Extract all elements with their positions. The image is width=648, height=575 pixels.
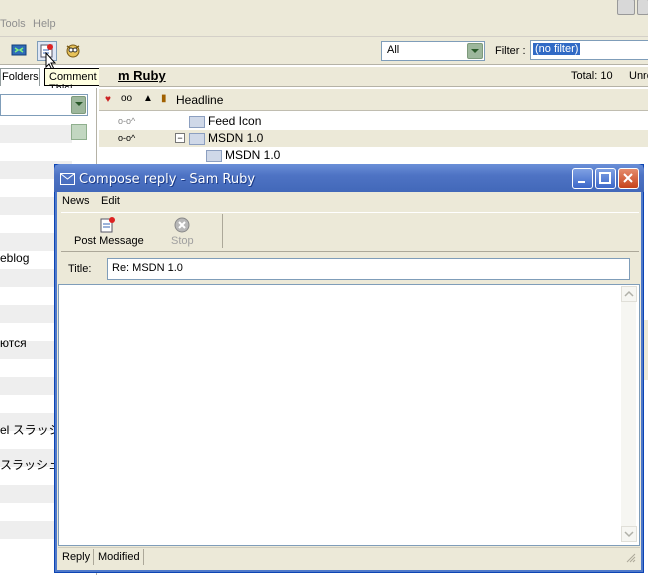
close-button[interactable]: [618, 168, 639, 189]
close-icon: [623, 173, 633, 183]
background-menubar: Tools Help: [0, 15, 648, 37]
left-item[interactable]: ются: [0, 336, 27, 350]
scroll-up-icon[interactable]: [71, 124, 87, 140]
compose-toolbar: [61, 212, 639, 252]
owl-icon[interactable]: [64, 41, 82, 59]
list-item[interactable]: o-o^ Feed Icon: [99, 113, 648, 130]
list-item[interactable]: o-o^ − MSDN 1.0: [99, 130, 648, 147]
envelope-icon: [189, 133, 205, 145]
read-column-icon[interactable]: oo: [121, 93, 132, 104]
filter-label: Filter :: [495, 45, 526, 57]
menu-help[interactable]: Help: [33, 18, 56, 30]
minimize-icon[interactable]: [617, 0, 635, 15]
feed-header: [99, 67, 648, 87]
message-body-textarea[interactable]: [58, 284, 640, 546]
left-stripe: [0, 125, 72, 143]
maximize-icon[interactable]: [637, 0, 648, 15]
menu-edit[interactable]: Edit: [101, 195, 120, 207]
background-titlebar: [0, 0, 648, 15]
envelope-icon: [60, 173, 75, 185]
post-message-label: Post Message: [74, 235, 144, 247]
feed-total: Total: 10: [571, 70, 613, 82]
row-title: MSDN 1.0: [225, 148, 281, 162]
filter-input[interactable]: (no filter): [530, 40, 648, 60]
bookmark-column-icon[interactable]: ▮: [161, 93, 167, 104]
minimize-button[interactable]: [572, 168, 593, 189]
compose-window-title: Compose reply - Sam Ruby: [79, 172, 256, 187]
status-separator: [143, 549, 144, 565]
envelope-icon: [206, 150, 222, 162]
filter-input-value: (no filter): [533, 43, 581, 55]
status-separator: [93, 549, 94, 565]
stop-icon: [174, 217, 190, 233]
left-item[interactable]: eblog: [0, 251, 29, 265]
compose-menubar: News Edit: [58, 192, 640, 210]
attach-column-icon[interactable]: ▲: [143, 93, 153, 104]
envelope-icon: [189, 116, 205, 128]
status-reply: Reply: [62, 551, 91, 563]
tab-folders-label: Folders: [2, 71, 39, 83]
title-label: Title:: [68, 263, 92, 275]
feed-title[interactable]: m Ruby: [118, 68, 166, 83]
stop-label: Stop: [171, 235, 194, 247]
chevron-down-icon[interactable]: [71, 96, 86, 114]
menu-news[interactable]: News: [62, 195, 90, 207]
title-input-value: Re: MSDN 1.0: [112, 262, 183, 274]
post-message-icon: [100, 217, 115, 233]
tab-folders[interactable]: Folders: [0, 68, 40, 86]
chevron-down-icon[interactable]: [467, 43, 483, 59]
glasses-icon: o-o^: [118, 133, 136, 143]
title-input[interactable]: Re: MSDN 1.0: [107, 258, 630, 280]
fullscreen-icon[interactable]: [10, 41, 28, 59]
maximize-button[interactable]: [595, 168, 616, 189]
statusbar: [58, 547, 640, 568]
headline-column-header[interactable]: Headline: [176, 93, 223, 107]
scroll-up-icon[interactable]: [621, 286, 637, 302]
menu-tools[interactable]: Tools: [0, 18, 26, 30]
list-item[interactable]: MSDN 1.0: [99, 147, 648, 164]
collapse-icon[interactable]: −: [175, 133, 185, 143]
message-body-scrollbar[interactable]: [621, 286, 637, 542]
left-item[interactable]: スラッシュ: [0, 456, 60, 473]
filter-select-value: All: [387, 44, 400, 56]
flag-column-icon[interactable]: ♥: [105, 94, 111, 105]
row-title: MSDN 1.0: [208, 131, 264, 145]
glasses-icon: o-o^: [118, 116, 136, 126]
left-combo[interactable]: [0, 94, 88, 116]
scroll-down-icon[interactable]: [621, 526, 637, 542]
resize-grip-icon[interactable]: [626, 553, 636, 563]
feed-unread: Unre: [629, 70, 648, 82]
filter-select[interactable]: All: [381, 41, 485, 61]
toolbar-separator: [222, 214, 223, 248]
status-modified: Modified: [98, 551, 140, 563]
row-title: Feed Icon: [208, 114, 262, 128]
